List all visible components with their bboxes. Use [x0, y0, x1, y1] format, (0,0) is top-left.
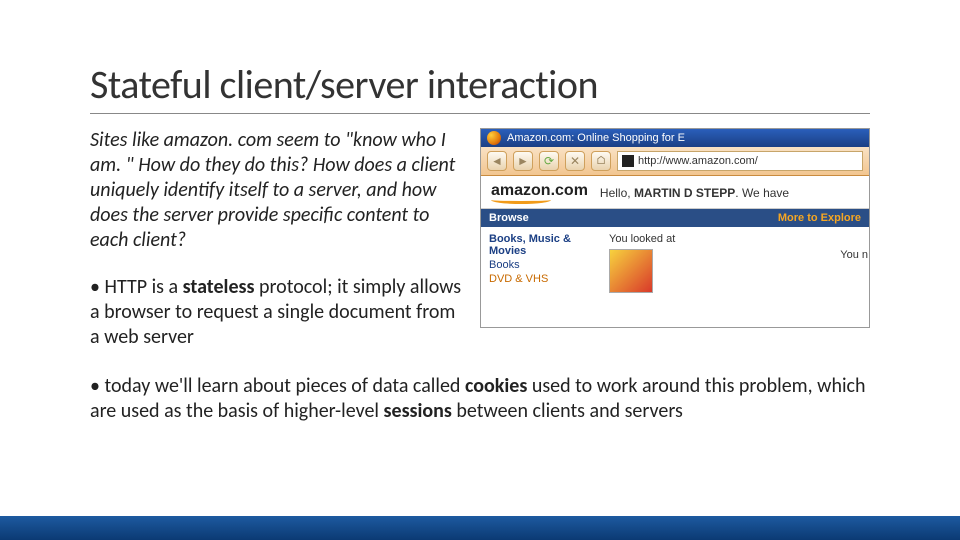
bullet-cookies: • today we'll learn about pieces of data… — [90, 374, 870, 424]
slide-title: Stateful client/server interaction — [90, 60, 870, 114]
amazon-body: Books, Music & Movies Books DVD & VHS Yo… — [481, 227, 869, 302]
you-looked-at-label: You looked at — [609, 233, 861, 245]
bullet2-bold-sessions: sessions — [384, 399, 452, 423]
amazon-main: You looked at You n — [601, 227, 869, 302]
greeting-post: . We have — [735, 186, 789, 200]
stop-button[interactable]: ✕ — [565, 151, 585, 171]
sidebar-link-books[interactable]: Books — [489, 259, 593, 271]
amazon-logo-text: amazon.com — [491, 182, 588, 199]
content-row: Sites like amazon. com seem to "know who… — [90, 128, 870, 364]
forward-button[interactable]: ► — [513, 151, 533, 171]
firefox-icon — [487, 131, 501, 145]
home-button[interactable]: ⌂ — [591, 151, 611, 171]
browser-toolbar: ◄ ► ⟳ ✕ ⌂ http://www.amazon.com/ — [481, 147, 869, 176]
bullet1-bold: stateless — [183, 275, 255, 299]
greeting-pre: Hello, — [600, 186, 634, 200]
product-thumbnail[interactable] — [609, 249, 653, 293]
you-n-label: You n — [840, 249, 868, 261]
amazon-header: amazon.com Hello, MARTIN D STEPP. We hav… — [481, 176, 869, 209]
bullet1-pre: • HTTP is a — [90, 275, 183, 299]
reload-button[interactable]: ⟳ — [539, 151, 559, 171]
amazon-favicon-icon — [622, 155, 634, 167]
slide-footer-bar — [0, 516, 960, 540]
greeting-name: MARTIN D STEPP — [634, 186, 735, 200]
bullet2-bold-cookies: cookies — [465, 374, 527, 398]
amazon-nav-bar: Browse More to Explore — [481, 209, 869, 227]
amazon-sidebar: Books, Music & Movies Books DVD & VHS — [481, 227, 601, 302]
address-bar[interactable]: http://www.amazon.com/ — [617, 151, 863, 171]
bullet2-post: between clients and servers — [452, 399, 683, 423]
intro-paragraph: Sites like amazon. com seem to "know who… — [90, 128, 462, 253]
bullet2-pre: • today we'll learn about pieces of data… — [90, 374, 465, 398]
back-button[interactable]: ◄ — [487, 151, 507, 171]
browse-tab[interactable]: Browse — [489, 212, 529, 224]
greeting-text: Hello, MARTIN D STEPP. We have — [600, 186, 789, 200]
amazon-screenshot: Amazon.com: Online Shopping for E ◄ ► ⟳ … — [480, 128, 870, 328]
browser-titlebar: Amazon.com: Online Shopping for E — [481, 129, 869, 147]
slide: Stateful client/server interaction Sites… — [0, 0, 960, 540]
amazon-logo[interactable]: amazon.com — [491, 182, 588, 204]
bullet-stateless: • HTTP is a stateless protocol; it simpl… — [90, 275, 462, 350]
url-text: http://www.amazon.com/ — [638, 155, 758, 167]
sidebar-link-dvd[interactable]: DVD & VHS — [489, 273, 593, 285]
window-title-text: Amazon.com: Online Shopping for E — [507, 132, 685, 144]
left-column: Sites like amazon. com seem to "know who… — [90, 128, 462, 364]
sidebar-category-heading[interactable]: Books, Music & Movies — [489, 233, 593, 257]
more-to-explore[interactable]: More to Explore — [778, 212, 861, 224]
